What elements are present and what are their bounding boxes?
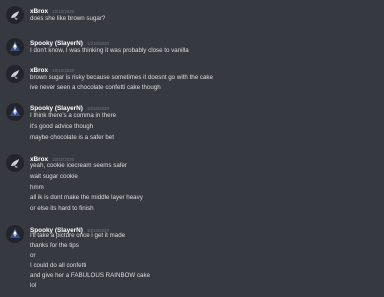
message-text: I'll take a picture once i get it made — [30, 232, 126, 239]
message-text: thanks for the tips — [30, 242, 79, 249]
spooky-avatar-icon[interactable] — [6, 225, 24, 243]
spooky-avatar-icon[interactable] — [6, 103, 24, 121]
message-text: wait sugar cookie — [30, 173, 78, 180]
message-text: yeah, cookie icecream seems safer — [30, 162, 127, 169]
message-text: I think there's a comma in there — [30, 112, 117, 119]
message-header: xBrox 10/10/2020 — [30, 4, 74, 15]
message-text: I could do all confetti — [30, 262, 87, 269]
xbrox-avatar-icon[interactable] — [6, 65, 24, 83]
message-text: and give her a FABULOUS RAINBOW cake — [30, 272, 151, 279]
message-header: Spooky (SlayerN) 10/10/2020 — [30, 101, 109, 112]
message-text: hmm — [30, 184, 44, 191]
xbrox-avatar-icon[interactable] — [6, 154, 24, 172]
message-text: does she like brown sugar? — [30, 15, 106, 22]
xbrox-avatar-icon[interactable] — [6, 6, 24, 24]
message-text: or else its hard to finish — [30, 205, 94, 212]
message-text: all ik is dont make the middle layer hea… — [30, 194, 143, 201]
message-text: I don't know, I was thinking it was prob… — [30, 47, 189, 54]
message-text: or — [30, 252, 36, 259]
message-text: maybe chocolate is a safer bet — [30, 134, 114, 141]
message-header: xBrox 10/10/2020 — [30, 63, 74, 74]
spooky-avatar-icon[interactable] — [6, 38, 24, 56]
message-text: it's good advice though — [30, 123, 94, 130]
message-text: lol — [30, 282, 37, 289]
message-text: ive never seen a chocolate confetti cake… — [30, 84, 161, 91]
chat-log: xBrox 10/10/2020 does she like brown suga… — [0, 0, 384, 297]
message-header: Spooky (SlayerN) 10/10/2020 — [30, 36, 109, 47]
message-text: brown sugar is risky because sometimes i… — [30, 74, 213, 81]
